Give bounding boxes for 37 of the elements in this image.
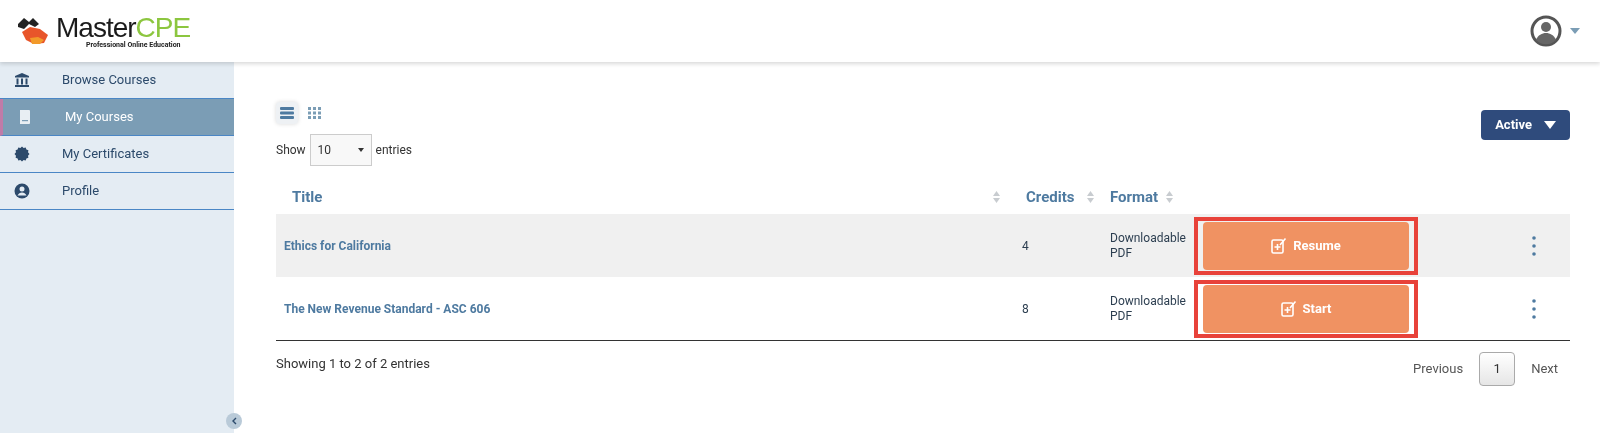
table-info: Showing 1 to 2 of 2 entries [276,355,430,373]
sidebar-item[interactable]: My Certificates [0,136,234,173]
caret-icon[interactable] [1570,28,1580,34]
next-link[interactable]: Next [1519,359,1570,379]
course-title-link[interactable]: Ethics for California [284,238,391,253]
edit-document-icon [1271,237,1288,254]
format-cell: Downloadable PDF [1110,230,1186,260]
list-icon [280,107,294,119]
page-length-select[interactable]: 10 [309,134,372,166]
status-filter-dropdown[interactable]: Active [1481,110,1570,140]
page-button[interactable]: 1 [1479,352,1516,386]
chevron-left-icon [231,417,237,425]
edit-document-icon [1280,300,1297,317]
list-view-button[interactable] [276,102,298,124]
previous-link[interactable]: Previous [1401,359,1476,379]
entries-label: entries [375,142,413,159]
caret-icon [1544,121,1556,129]
logo-wordmark: MasterCPE [56,13,191,42]
show-label: Show [276,142,306,159]
avatar-icon[interactable] [1530,15,1562,47]
seal-icon [14,146,30,162]
book-icon [17,109,33,125]
credits-cell: 8 [1022,301,1029,316]
more-options-icon[interactable] [1532,298,1536,319]
column-header[interactable]: Format [1110,185,1159,209]
caret-icon [357,148,364,152]
column-header[interactable]: Credits [1026,185,1075,209]
column-header[interactable]: Title [292,185,323,209]
grid-icon [308,107,322,119]
course-title-link[interactable]: The New Revenue Standard - ASC 606 [284,301,491,316]
bank-icon [14,72,30,88]
collapse-button[interactable] [226,413,242,429]
format-cell: Downloadable PDF [1110,293,1186,323]
user-icon [14,183,30,199]
credits-cell: 4 [1022,238,1029,253]
more-options-icon[interactable] [1532,235,1536,256]
sidebar-item[interactable]: Profile [0,173,234,210]
